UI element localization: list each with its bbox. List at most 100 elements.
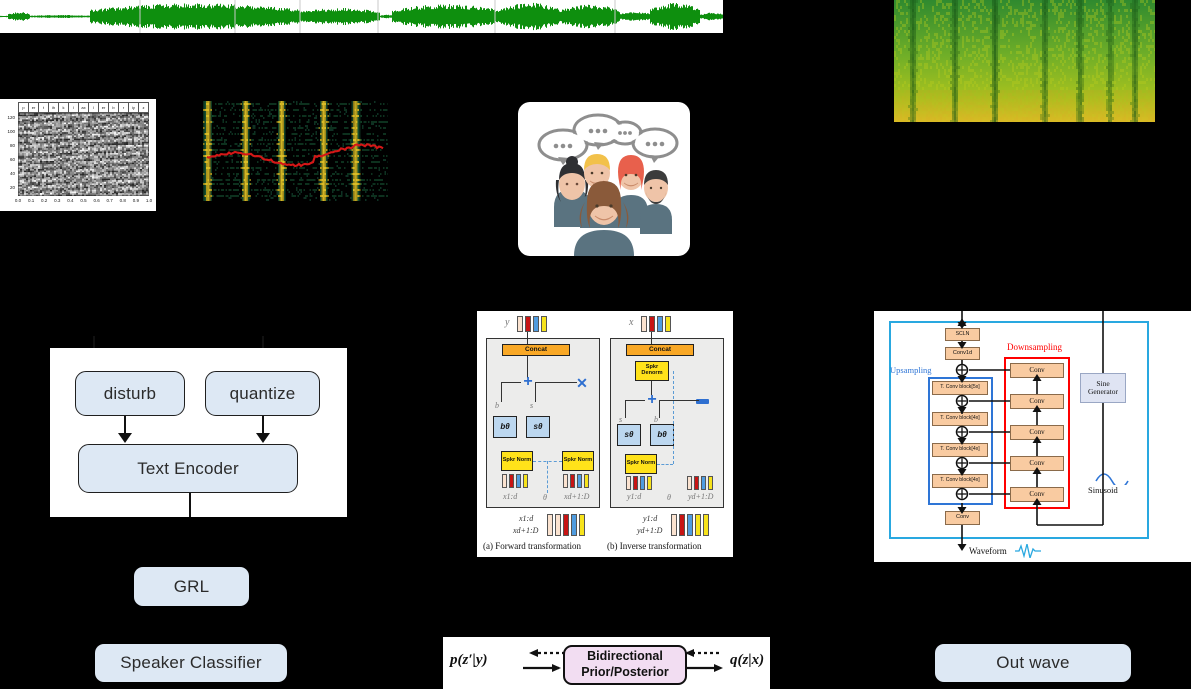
inverse-b-label: b	[654, 415, 658, 424]
forward-s-theta-box[interactable]: sθ	[526, 416, 550, 438]
x-tick: 0.9	[132, 198, 140, 203]
speaker-classifier-label: Speaker Classifier	[120, 653, 262, 672]
text-encoder-label: Text Encoder	[137, 458, 239, 478]
phoneme-cell: k	[59, 103, 69, 112]
forward-concat-out	[527, 332, 529, 344]
phoneme-cell: l	[89, 103, 99, 112]
x-tick: 0.8	[119, 198, 126, 203]
bidirectional-line1: Bidirectional	[587, 649, 663, 664]
inverse-b-down	[659, 400, 661, 418]
text-encoder-panel: disturb quantize Text Encoder	[50, 348, 347, 517]
forward-xd1D-in-label: xd+1:D	[513, 526, 539, 535]
quantize-to-encoder-head	[256, 433, 270, 443]
forward-times-op: ✕	[576, 375, 588, 391]
forward-b-theta-box[interactable]: bθ	[493, 416, 517, 438]
inverse-y1d-label: y1:d	[627, 492, 642, 501]
encoder-output-line	[189, 493, 191, 517]
phoneme-cell: ih	[49, 103, 59, 112]
inverse-x-label: x	[629, 317, 634, 328]
inverse-theta-label: θ	[667, 493, 671, 502]
phoneme-spectrogram-body	[18, 113, 149, 196]
phoneme-cell: r	[119, 103, 129, 112]
pitch-contour-spectrogram	[203, 101, 388, 201]
mel-spectrogram-svg	[894, 0, 1155, 122]
x-tick: 0.7	[106, 198, 113, 203]
bidirectional-box[interactable]: Bidirectional Prior/Posterior	[563, 645, 687, 685]
x-tick: 1.0	[145, 198, 153, 203]
forward-theta-label: θ	[543, 493, 547, 502]
quantize-node[interactable]: quantize	[205, 371, 320, 416]
phoneme-cell: l	[69, 103, 79, 112]
inverse-s-theta-box[interactable]: sθ	[617, 424, 641, 446]
forward-spkr-norm-left[interactable]: Spkr Norm	[501, 451, 533, 471]
forward-b-branch	[501, 382, 521, 384]
disturb-to-encoder-line	[124, 416, 126, 434]
phoneme-cell: iy	[129, 103, 139, 112]
y-tick: 60	[9, 157, 15, 162]
y-tick: 100	[7, 129, 15, 134]
inverse-concat-box[interactable]: Concat	[626, 344, 694, 356]
x-tick: 0.6	[93, 198, 100, 203]
phoneme-cell: ax	[79, 103, 89, 112]
disturb-node[interactable]: disturb	[75, 371, 185, 416]
inverse-b-theta-box[interactable]: bθ	[650, 424, 674, 446]
inverse-concat-label: Concat	[648, 345, 672, 353]
inverse-spkr-denorm-box[interactable]: Spkr Denorm	[635, 361, 669, 381]
inverse-s-theta-label: sθ	[624, 429, 634, 439]
y-tick: 120	[7, 115, 15, 120]
x-tick: 0.2	[41, 198, 48, 203]
phoneme-cell: er	[99, 103, 109, 112]
text-encoder-node[interactable]: Text Encoder	[78, 444, 298, 493]
forward-b-label: b	[495, 401, 499, 410]
forward-x1d-in-label: x1:d	[519, 514, 534, 523]
inverse-plus-op: +	[647, 391, 657, 408]
inverse-theta-dashv	[673, 371, 674, 464]
posterior-label: q(z|x)	[730, 652, 765, 668]
bidirectional-prior-posterior-panel: p(z′|y) Bidirectional Prior/Posterior q(…	[443, 637, 770, 689]
out-wave-node[interactable]: Out wave	[935, 644, 1131, 682]
forward-s-label: s	[530, 401, 534, 410]
forward-caption: (a) Forward transformation	[483, 541, 581, 551]
inverse-b-branch	[659, 400, 699, 402]
phoneme-cell: t	[39, 103, 49, 112]
forward-s-branch	[535, 382, 577, 384]
forward-s-theta-label: sθ	[533, 421, 543, 431]
forward-spkr-norm-right[interactable]: Spkr Norm	[562, 451, 594, 471]
vocoder-module: Upsampling Downsampling SCLN Conv1d T. C…	[874, 311, 1191, 562]
pitch-contour-svg	[203, 101, 388, 201]
grl-node[interactable]: GRL	[134, 567, 249, 606]
phoneme-cell: b	[109, 103, 119, 112]
grl-label: GRL	[173, 576, 210, 596]
mel-spectrogram	[894, 0, 1155, 122]
inverse-spkr-norm-box[interactable]: Spkr Norm	[625, 454, 657, 474]
forward-y-label: y	[505, 317, 510, 328]
forward-spkr-norm-right-label: Spkr Norm	[563, 457, 593, 464]
y-tick: 40	[9, 171, 15, 176]
x-tick: 0.0	[14, 198, 22, 203]
speaker-classifier-node[interactable]: Speaker Classifier	[95, 644, 287, 682]
inverse-yd1D-label: yd+1:D	[688, 492, 714, 501]
speaker-group-svg	[518, 102, 690, 260]
inverse-spkr-norm-label: Spkr Norm	[626, 460, 656, 467]
x-tick: 0.5	[80, 198, 87, 203]
forward-b-down	[501, 382, 503, 402]
forward-x1d-label: x1:d	[503, 492, 518, 501]
y-tick: 20	[9, 185, 15, 190]
quantize-label: quantize	[229, 383, 296, 403]
phoneme-cell: p	[19, 103, 29, 112]
forward-spkr-norm-left-label: Spkr Norm	[502, 457, 532, 464]
inverse-theta-dash	[657, 464, 673, 465]
right-arrows	[685, 649, 723, 672]
y-tick: 80	[9, 143, 15, 148]
inverse-spkr-denorm-label: Spkr Denorm	[641, 364, 663, 376]
quantize-to-encoder-line	[262, 416, 264, 434]
speaker-group-icon	[518, 102, 690, 260]
phoneme-alignment-spectrogram: p er t ih k l ax l er b r iy z 120 100 80 60 40 20 0.0 0.1…	[0, 99, 156, 211]
forward-concat-box[interactable]: Concat	[502, 344, 570, 356]
forward-concat-label: Concat	[524, 345, 548, 353]
x-tick: 0.4	[67, 198, 74, 203]
inverse-s-label: s	[619, 415, 623, 424]
flow-transformation-module: y Concat + ✕ b s bθ sθ Spkr Norm Spkr No…	[477, 311, 733, 557]
phoneme-cell: z	[142, 105, 145, 110]
phoneme-cell: er	[29, 103, 39, 112]
